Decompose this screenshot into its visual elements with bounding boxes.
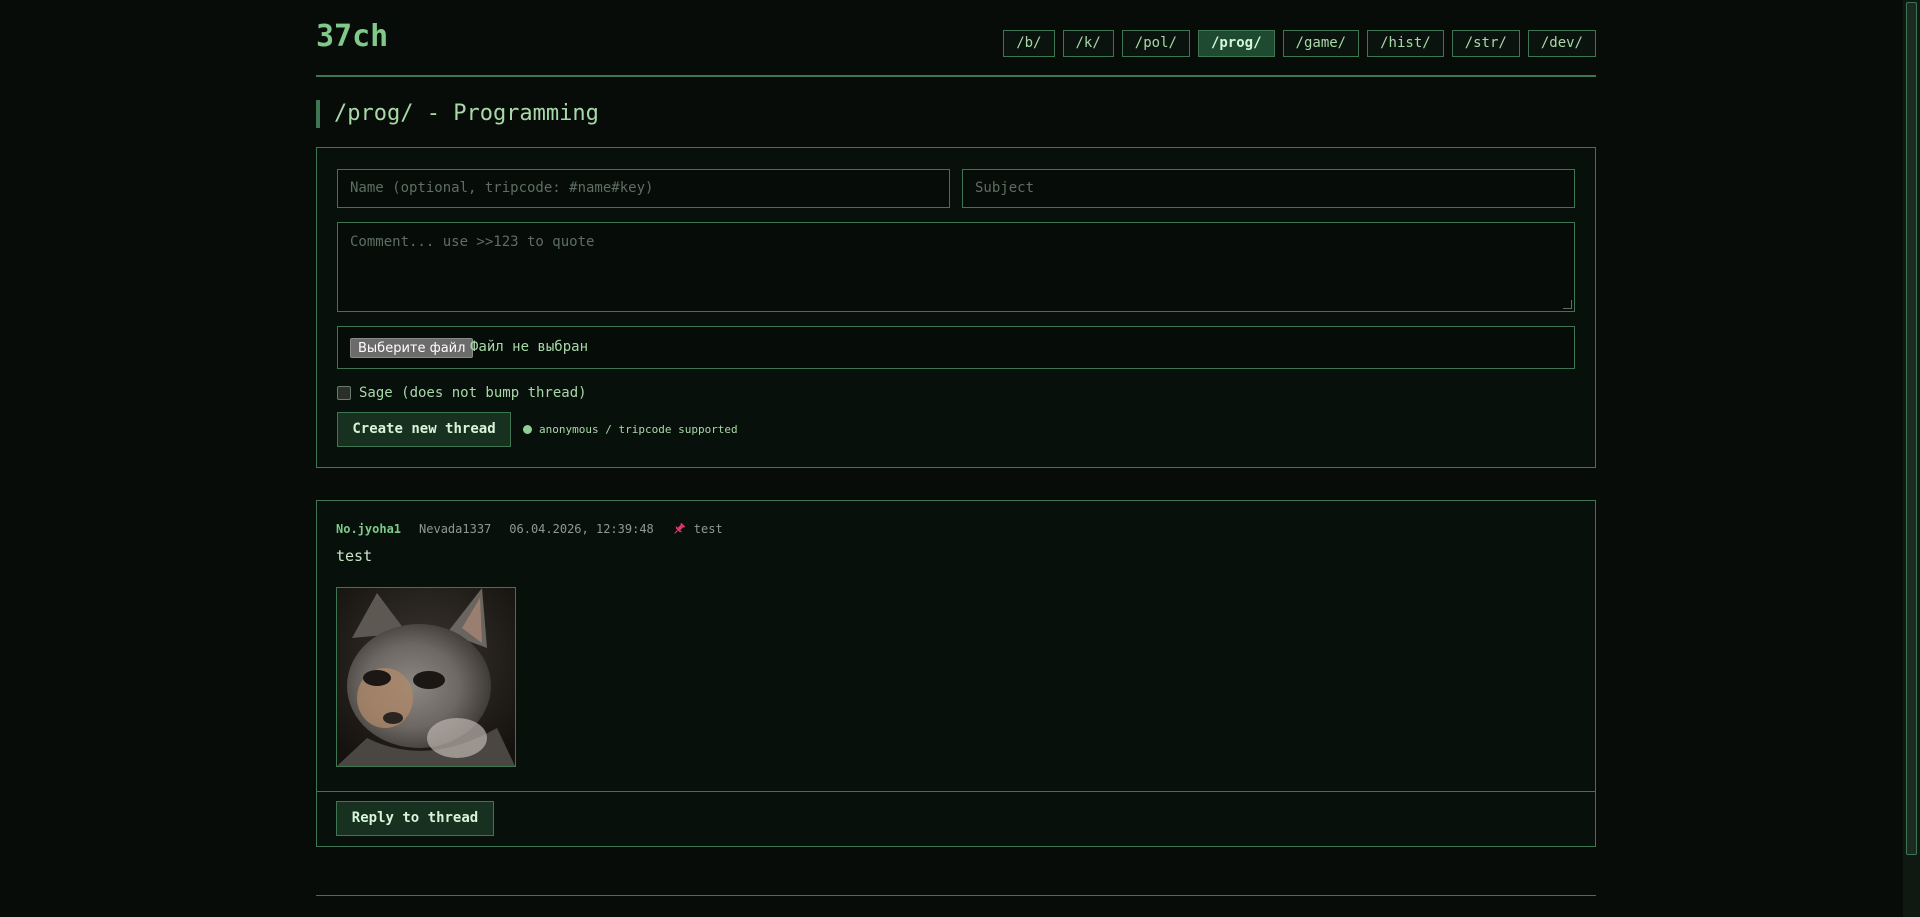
site-logo[interactable]: 37ch [316,19,388,54]
post-body: test [336,547,373,565]
board-link-dev[interactable]: /dev/ [1527,30,1596,57]
reply-button[interactable]: Reply to thread [336,801,494,836]
file-input: Выберите файл Файл не выбран [337,326,1575,369]
page-scrollbar[interactable] [1903,0,1920,917]
name-input[interactable]: Name (optional, tripcode: #name#key) [337,169,950,208]
board-link-str[interactable]: /str/ [1451,30,1520,57]
scrollbar-thumb[interactable] [1906,2,1917,855]
thread-card: No.jyoha1 Nevada1337 06.04.2026, 12:39:4… [316,500,1596,847]
board-link-k[interactable]: /k/ [1062,30,1114,57]
tripcode-hint: anonymous / tripcode supported [523,423,738,436]
create-thread-button[interactable]: Create new thread [337,412,511,447]
thread-divider [317,791,1595,792]
sage-option[interactable]: Sage (does not bump thread) [337,383,587,403]
file-status: Файл не выбран [470,339,589,355]
post-number[interactable]: No.jyoha1 [336,522,401,536]
post-date: 06.04.2026, 12:39:48 [509,522,654,536]
new-thread-form: Name (optional, tripcode: #name#key) Sub… [316,147,1596,468]
post-author: Nevada1337 [419,522,492,536]
resize-grip-icon[interactable] [1563,300,1572,309]
board-link-b[interactable]: /b/ [1003,30,1055,57]
board-title: /prog/ - Programming [316,100,599,128]
comment-placeholder: Comment... use >>123 to quote [350,234,595,250]
comment-textarea[interactable]: Comment... use >>123 to quote [337,222,1575,312]
hint-text: anonymous / tripcode supported [539,423,738,436]
cat-photo [337,588,515,766]
subject-input[interactable]: Subject [962,169,1575,208]
status-dot-icon [523,425,532,434]
sage-checkbox[interactable] [337,386,351,400]
sage-label: Sage (does not bump thread) [359,385,587,401]
post-subject: test [693,522,723,536]
post-image-thumbnail[interactable] [336,587,516,767]
board-link-hist[interactable]: /hist/ [1367,30,1444,57]
choose-file-button[interactable]: Выберите файл [350,338,474,358]
board-link-pol[interactable]: /pol/ [1121,30,1190,57]
footer-divider [316,895,1596,896]
page-container: 37ch /b/ /k/ /pol/ /prog/ /game/ /hist/ … [316,0,1596,896]
board-link-prog[interactable]: /prog/ [1197,30,1275,57]
board-nav: /b/ /k/ /pol/ /prog/ /game/ /hist/ /str/… [1003,30,1596,57]
board-link-game[interactable]: /game/ [1282,30,1360,57]
pin-icon [674,522,685,534]
header: 37ch /b/ /k/ /pol/ /prog/ /game/ /hist/ … [316,0,1596,77]
post-header: No.jyoha1 Nevada1337 06.04.2026, 12:39:4… [336,521,723,537]
